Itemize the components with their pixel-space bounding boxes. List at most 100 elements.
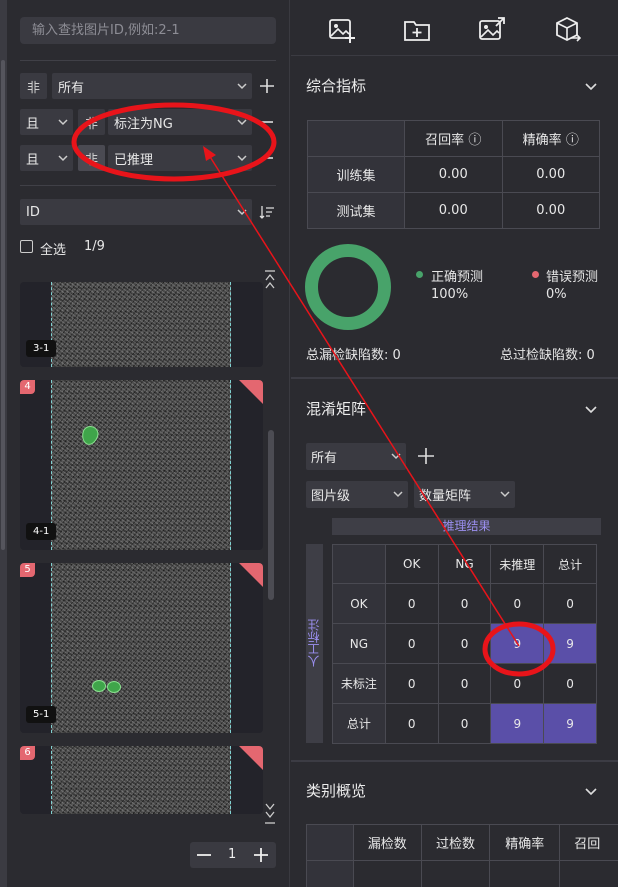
outer-scrollbar[interactable] [0, 0, 7, 887]
remove-filter-icon[interactable] [259, 114, 275, 130]
table-cell [306, 860, 354, 887]
filter-value-select[interactable]: 已推理 [108, 145, 252, 171]
collapse-chevron-icon[interactable] [584, 784, 598, 798]
matrix-cell[interactable]: 9 [543, 703, 597, 744]
remove-filter-icon[interactable] [259, 150, 275, 166]
confusion-title: 混淆矩阵 [306, 400, 367, 418]
filter-value-select[interactable]: 标注为NG [108, 109, 252, 135]
filter-not-toggle[interactable]: 非 [78, 145, 105, 171]
metrics-title: 综合指标 [306, 77, 367, 95]
matrix-cell[interactable]: 9 [490, 703, 545, 744]
add-image-icon[interactable] [328, 16, 356, 44]
matrix-cell[interactable]: 0 [437, 663, 492, 704]
image-index-badge: 6 [20, 746, 35, 760]
image-card[interactable]: 5 5-1 [20, 563, 263, 733]
matrix-cell[interactable]: 0 [384, 623, 439, 664]
add-folder-icon[interactable] [403, 16, 431, 44]
corner-cell [306, 824, 354, 861]
search-box[interactable] [20, 17, 276, 44]
matrix-cell[interactable]: 0 [490, 583, 545, 624]
image-thumbnail [51, 380, 231, 550]
col-header: 召回 [559, 824, 618, 861]
divider [20, 60, 276, 61]
ng-corner-flag [239, 563, 263, 587]
filter-value-select[interactable]: 所有 [52, 73, 252, 99]
package-export-icon[interactable] [553, 16, 581, 44]
matrix-cell[interactable]: 0 [437, 623, 492, 664]
row-header: 总计 [332, 703, 386, 744]
chevron-down-icon [237, 119, 247, 126]
col-header: NG [437, 544, 492, 584]
chevron-down-icon [237, 155, 247, 162]
image-card[interactable]: 4 4-1 [20, 380, 263, 550]
col-header: 召回率 ⓘ [404, 120, 503, 157]
image-id-tag: 3-1 [26, 340, 57, 357]
chevron-down-icon [58, 119, 68, 126]
corner-cell [332, 544, 386, 584]
matrix-cell[interactable]: 0 [384, 583, 439, 624]
info-icon[interactable]: ⓘ [468, 133, 481, 148]
list-scroll-thumb[interactable] [268, 430, 274, 600]
image-card[interactable]: 6 [20, 746, 263, 814]
prediction-axis-header: 推理结果 [332, 518, 601, 535]
chevron-down-icon [391, 453, 401, 460]
table-cell [352, 860, 422, 887]
chevron-down-icon [58, 155, 68, 162]
collapse-chevron-icon[interactable] [584, 79, 598, 93]
image-thumbnail [51, 746, 231, 814]
ng-corner-flag [239, 380, 263, 404]
defect-mask [92, 680, 106, 692]
matrix-cell[interactable]: 0 [384, 663, 439, 704]
matrix-cell[interactable]: 0 [437, 583, 492, 624]
scroll-to-bottom-icon[interactable] [264, 800, 276, 826]
outer-scroll-thumb[interactable] [1, 60, 5, 550]
chevron-down-icon [500, 491, 510, 498]
matrix-filter-select[interactable]: 所有 [306, 443, 406, 470]
matrix-mode-label: 数量矩阵 [419, 489, 472, 504]
matrix-cell[interactable]: 0 [490, 663, 545, 704]
select-all-checkbox[interactable] [20, 240, 33, 253]
table-cell: 0.00 [404, 192, 503, 229]
info-icon[interactable]: ⓘ [566, 133, 579, 148]
matrix-cell[interactable]: 0 [437, 703, 492, 744]
sort-order-icon[interactable] [259, 204, 275, 220]
scroll-to-top-icon[interactable] [264, 268, 276, 294]
category-table: 漏检数 过检数 精确率 召回 [306, 824, 618, 887]
filter-logic-label: 且 [26, 116, 40, 132]
matrix-cell[interactable]: 0 [543, 583, 597, 624]
over-defects: 总过检缺陷数: 0 [500, 348, 595, 363]
plus-icon[interactable] [253, 847, 269, 863]
matrix-cell[interactable]: 9 [543, 623, 597, 664]
add-filter-icon[interactable] [259, 78, 275, 94]
sort-field-select[interactable]: ID [20, 199, 252, 225]
row-header: 训练集 [307, 156, 405, 193]
metrics-table: 召回率 ⓘ 精确率 ⓘ 训练集 0.00 0.00 测试集 0.00 0.00 [307, 120, 600, 229]
matrix-cell[interactable]: 9 [490, 623, 545, 664]
chevron-down-icon [237, 83, 247, 90]
filter-logic-select[interactable]: 且 [20, 145, 73, 171]
matrix-mode-select[interactable]: 数量矩阵 [414, 481, 515, 508]
image-card[interactable]: 3-1 [20, 282, 263, 367]
missed-defects: 总漏检缺陷数: 0 [306, 348, 401, 363]
page-stepper[interactable]: 1 [190, 842, 276, 868]
filter-logic-select[interactable]: 且 [20, 109, 73, 135]
correct-legend-dot [416, 271, 423, 278]
matrix-level-select[interactable]: 图片级 [306, 481, 408, 508]
chevron-down-icon [237, 209, 247, 216]
category-table-wrap: 漏检数 过检数 精确率 召回 [306, 824, 618, 887]
matrix-cell[interactable]: 0 [384, 703, 439, 744]
add-filter-icon[interactable] [417, 447, 435, 465]
filter-not-toggle[interactable]: 非 [20, 73, 47, 99]
category-title: 类别概览 [306, 782, 367, 800]
matrix-cell[interactable]: 0 [543, 663, 597, 704]
ng-corner-flag [239, 746, 263, 770]
search-input[interactable] [20, 17, 276, 44]
selection-count: 1/9 [84, 239, 105, 254]
correct-value: 100% [431, 287, 469, 302]
collapse-chevron-icon[interactable] [584, 402, 598, 416]
filter-not-toggle[interactable]: 非 [78, 109, 105, 135]
minus-icon[interactable] [196, 847, 212, 863]
export-image-icon[interactable] [478, 16, 506, 44]
wrong-legend-dot [532, 271, 539, 278]
page-number[interactable]: 1 [228, 847, 236, 862]
